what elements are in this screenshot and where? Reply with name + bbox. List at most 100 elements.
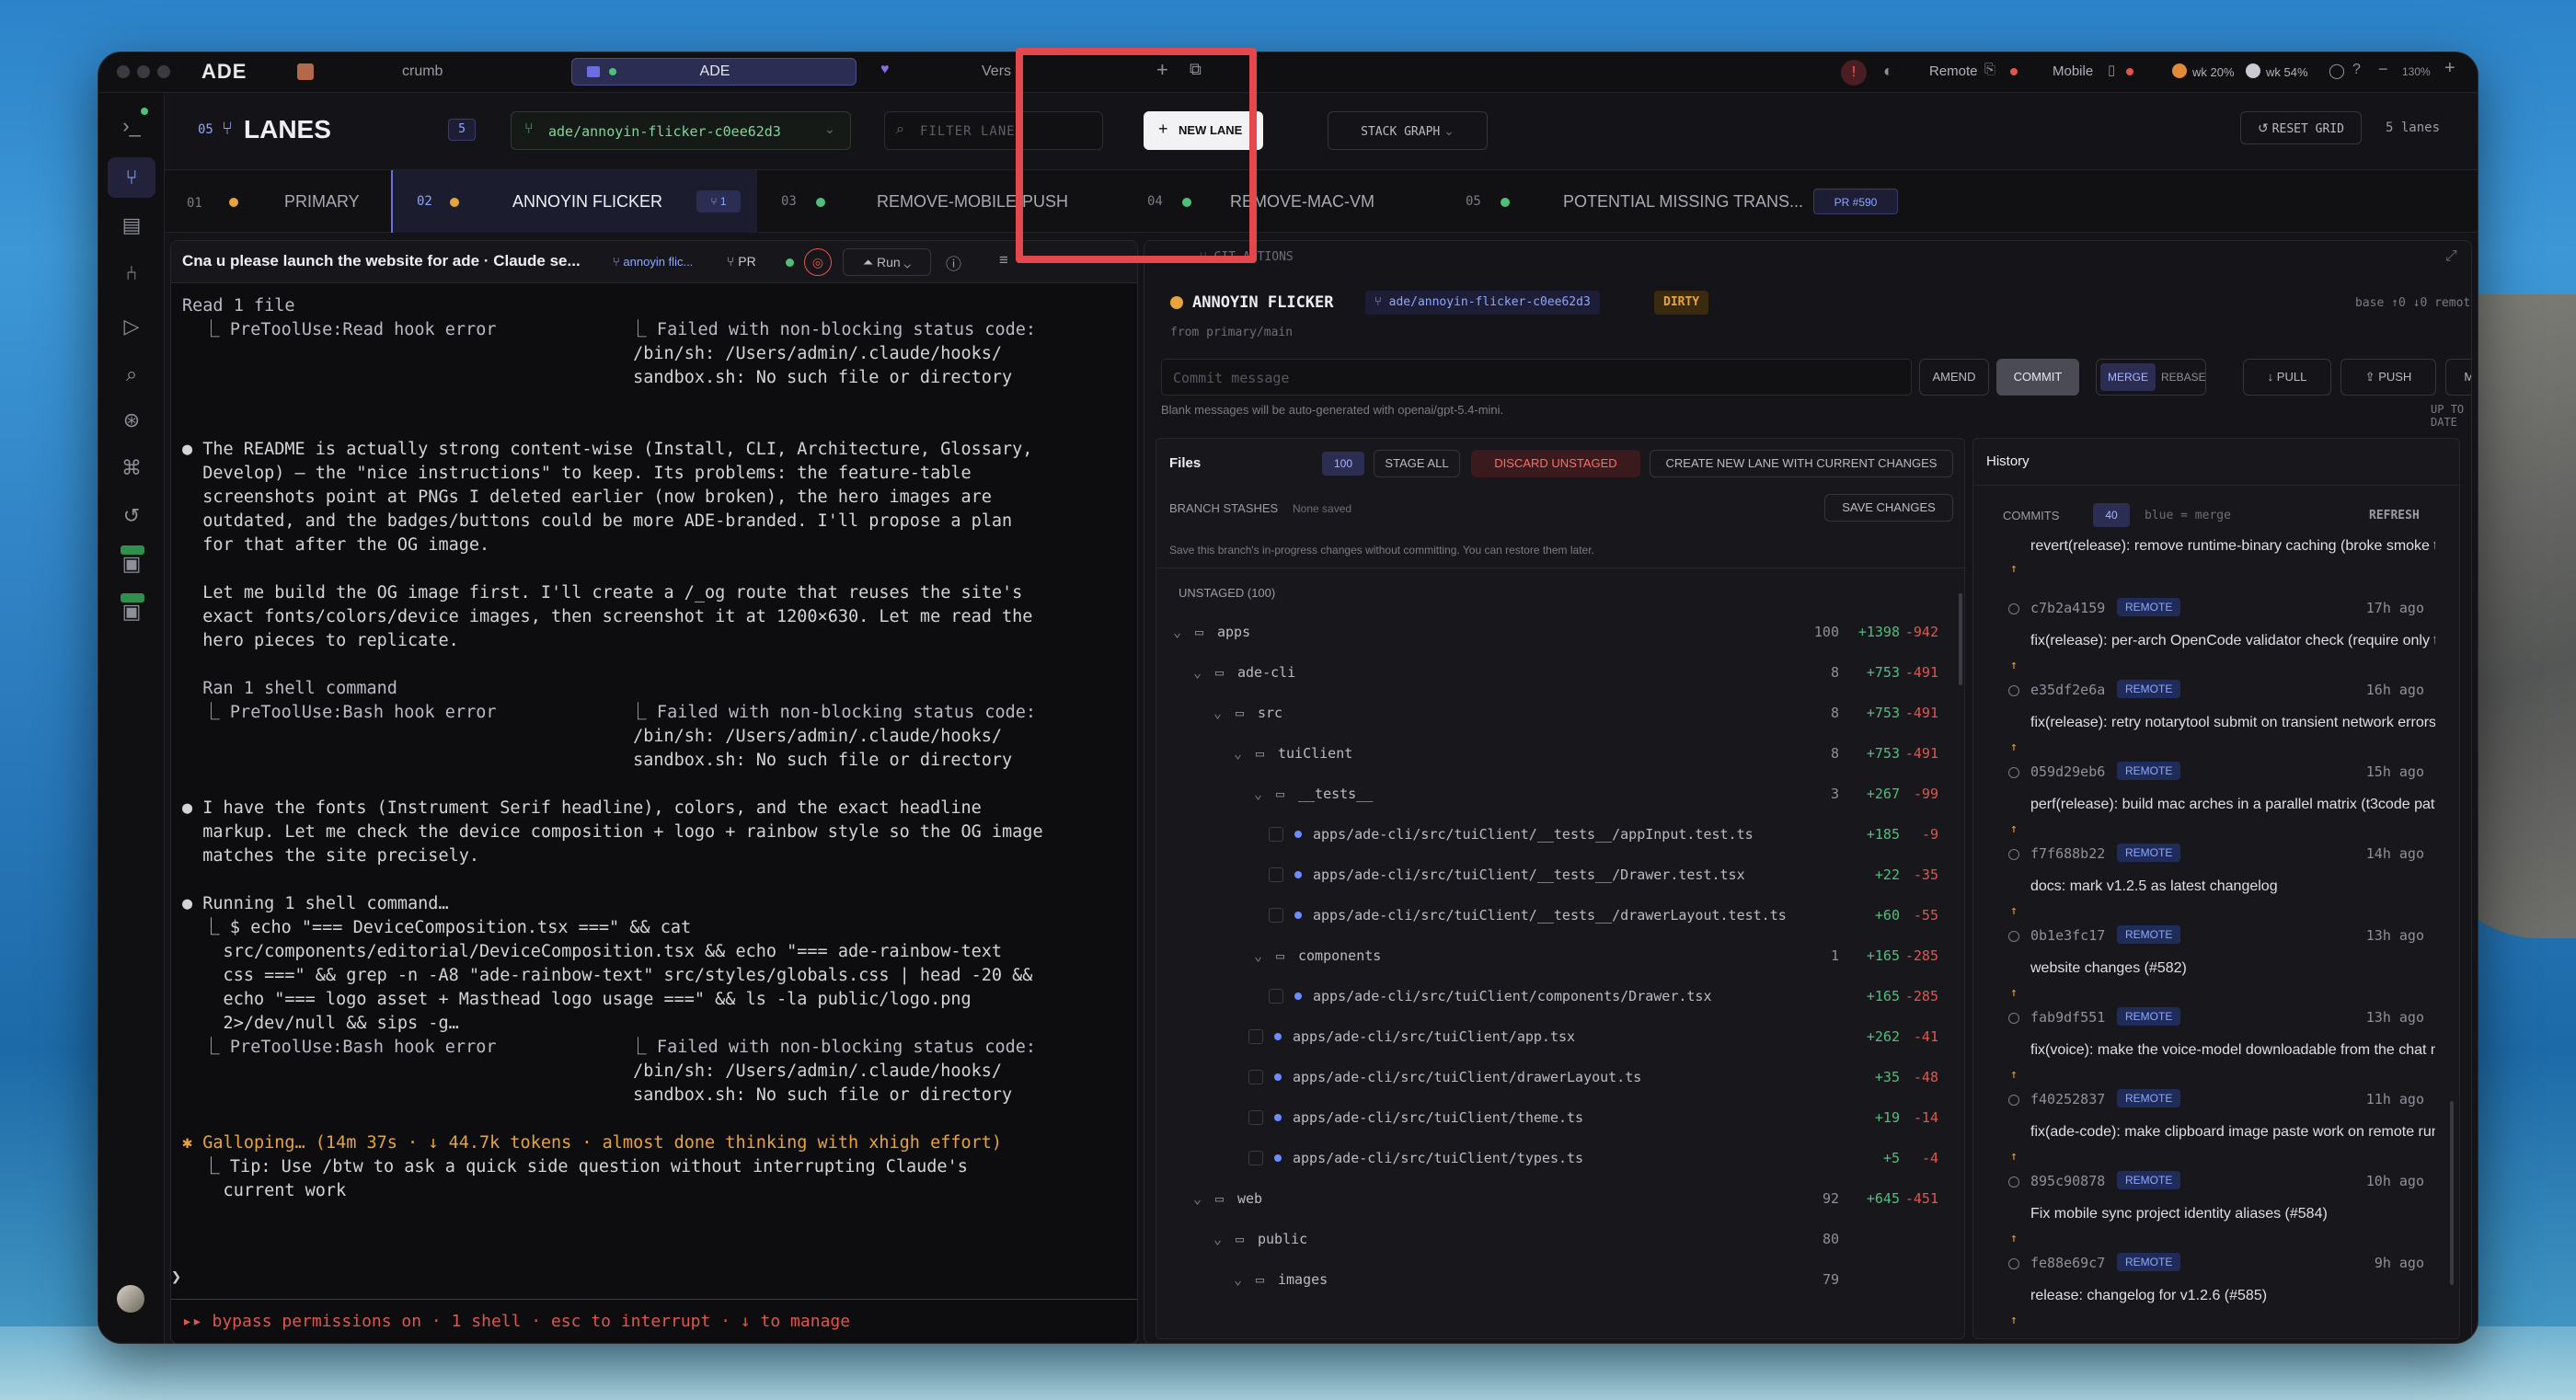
folder-row[interactable]: ⌄ ▭ images 79 (1156, 1259, 1948, 1300)
folder-row[interactable]: ⌄ ▭ web 92 +645 -451 (1156, 1178, 1948, 1219)
folder-row[interactable]: ⌄ ▭ tuiClient 8 +753 -491 (1156, 733, 1948, 774)
chevron-down-icon[interactable]: ⌄ (1234, 1259, 1242, 1300)
commit-row[interactable]: f40252837 REMOTE 11h ago fix(ade-code): mak… (1973, 1082, 2452, 1164)
lanes-icon[interactable]: ⑂ (117, 163, 146, 192)
mobile-label[interactable]: Mobile (2053, 63, 2093, 79)
file-row[interactable]: apps/ade-cli/src/tuiClient/__tests__/Dra… (1156, 855, 1948, 895)
commit-row[interactable]: fe88e69c7 REMOTE 9h ago release: changelog … (1973, 1245, 2452, 1327)
create-lane-button[interactable]: CREATE NEW LANE WITH CURRENT CHANGES (1650, 450, 1953, 477)
chevron-down-icon[interactable]: ⌄ (1234, 733, 1242, 774)
commit-row[interactable]: f7f688b22 REMOTE 14h ago docs: mark v1.2.5 … (1973, 836, 2452, 918)
rebase-option[interactable]: REBASE (2161, 363, 2206, 391)
stage-checkbox[interactable] (1248, 1070, 1263, 1084)
reset-grid-button[interactable]: ↺ RESET GRID (2240, 111, 2362, 144)
chevron-down-icon[interactable]: ⌄ (1213, 1219, 1222, 1259)
files-icon[interactable]: ▤ (117, 211, 146, 240)
chat-branch[interactable]: ⑂ annoyin flic... (613, 255, 693, 269)
avatar[interactable] (117, 1285, 144, 1313)
commit-message-input[interactable]: Commit message (1161, 359, 1912, 396)
stack-graph-button[interactable]: STACK GRAPH ⌄ (1328, 111, 1488, 150)
file-row[interactable]: apps/ade-cli/src/tuiClient/app.tsx +262 -4… (1156, 1016, 1948, 1057)
stage-checkbox[interactable] (1248, 1110, 1263, 1125)
network-icon[interactable]: ⊛ (117, 406, 146, 435)
folder-row[interactable]: ⌄ ▭ apps 100 +1398 -942 (1156, 612, 1948, 652)
merge-option[interactable]: MERGE (2100, 363, 2156, 391)
alert-icon[interactable]: ! (1841, 60, 1867, 86)
window-minimize-button[interactable] (137, 65, 150, 78)
zoom-in-icon[interactable]: + (2444, 58, 2455, 79)
terminal-line: Ran 1 shell command (182, 679, 397, 698)
window-zoom-button[interactable] (157, 65, 170, 78)
graph-icon[interactable]: ⌘ (117, 453, 146, 483)
stop-button[interactable]: ◎ (804, 248, 832, 276)
file-row[interactable]: apps/ade-cli/src/tuiClient/components/Dr… (1156, 976, 1948, 1016)
folder-row[interactable]: ⌄ ▭ src 8 +753 -491 (1156, 693, 1948, 733)
run-button[interactable]: ⏶ Run ⌄ (843, 248, 931, 276)
git-icon[interactable]: ⑃ (117, 258, 146, 288)
file-row[interactable]: apps/ade-cli/src/tuiClient/types.ts +5 -4 (1156, 1138, 1948, 1178)
commit-row[interactable]: fab9df551 REMOTE 13h ago fix(voice): make t… (1973, 1000, 2452, 1082)
pr-button[interactable]: ⑂ PR (727, 254, 756, 269)
history-scrollbar[interactable] (2450, 1101, 2454, 1285)
folder-row[interactable]: ⌄ ▭ ade-cli 8 +753 -491 (1156, 652, 1948, 693)
history-icon[interactable]: ↺ (117, 501, 146, 531)
chevron-down-icon[interactable]: ⌄ (1254, 774, 1262, 814)
discard-unstaged-button[interactable]: DISCARD UNSTAGED (1471, 450, 1640, 477)
info-icon[interactable]: ⓘ (946, 251, 961, 274)
amend-button[interactable]: AMEND (1919, 359, 1989, 396)
commit-row[interactable]: c7b2a4159 REMOTE 17h ago fix(release): per-… (1973, 591, 2452, 672)
chevron-down-icon[interactable]: ⌄ (1193, 652, 1202, 693)
folder-row[interactable]: ⌄ ▭ components 1 +165 -285 (1156, 935, 1948, 976)
tab-lane-primary[interactable]: 01 PRIMARY (187, 170, 408, 233)
commit-row[interactable]: e35df2e6a REMOTE 16h ago fix(release): retr… (1973, 672, 2452, 754)
folder-row[interactable]: ⌄ ▭ public 80 (1156, 1219, 1948, 1259)
file-row[interactable]: apps/ade-cli/src/tuiClient/drawerLayout.… (1156, 1057, 1948, 1097)
stage-checkbox[interactable] (1269, 867, 1283, 882)
chevron-down-icon[interactable]: ⌄ (1213, 693, 1222, 733)
push-button[interactable]: ⇪ PUSH (2340, 359, 2436, 396)
search-icon[interactable]: ⌕ (117, 360, 146, 389)
file-row[interactable]: apps/ade-cli/src/tuiClient/theme.ts +19 -1… (1156, 1097, 1948, 1138)
stage-checkbox[interactable] (1269, 827, 1283, 842)
file-row[interactable]: apps/ade-cli/src/tuiClient/__tests__/app… (1156, 814, 1948, 855)
window-close-button[interactable] (117, 65, 130, 78)
terminal-icon[interactable]: ›_ (117, 111, 146, 141)
globe-icon[interactable]: ◐ (1883, 62, 1893, 81)
commit-row[interactable]: 895c90878 REMOTE 10h ago Fix mobile sync pr… (1973, 1164, 2452, 1245)
stage-checkbox[interactable] (1269, 908, 1283, 923)
tab-ade[interactable]: ADE (571, 58, 857, 86)
prompt-caret[interactable]: ❯ (171, 1266, 181, 1290)
commit-row[interactable]: 059d29eb6 REMOTE 15h ago perf(release): bui… (1973, 754, 2452, 836)
stage-checkbox[interactable] (1248, 1029, 1263, 1044)
save-changes-button[interactable]: SAVE CHANGES (1824, 494, 1953, 522)
run-icon[interactable]: ▷ (117, 312, 146, 341)
expand-icon[interactable]: ⤢ (2445, 248, 2457, 265)
menu-icon[interactable]: ≡ (999, 251, 1008, 270)
pr-badge[interactable]: PR #590 (1813, 189, 1898, 214)
settings-icon[interactable]: ⚙ (117, 1340, 146, 1343)
chevron-down-icon[interactable]: ⌄ (1193, 1178, 1202, 1219)
stage-checkbox[interactable] (1248, 1151, 1263, 1165)
file-row[interactable]: apps/ade-cli/src/tuiClient/__tests__/dra… (1156, 895, 1948, 935)
branch-selector[interactable]: ⑂ ade/annoyin-flicker-c0ee62d3 ⌄ (511, 111, 851, 150)
help-icon[interactable]: ? (2352, 62, 2361, 78)
chevron-down-icon[interactable]: ⌄ (1254, 935, 1262, 976)
files-scrollbar[interactable] (1959, 593, 1962, 685)
tab-lane-annoyin-flicker[interactable]: 02 ANNOYIN FLICKER ⑂ 1 (391, 170, 757, 233)
chat-icon[interactable]: ◯ (2329, 62, 2345, 80)
commit-row[interactable]: 0b1e3fc17 REMOTE 13h ago website changes (#… (1973, 918, 2452, 1000)
pull-button[interactable]: ↓ PULL (2243, 359, 2331, 396)
commit-button[interactable]: COMMIT (1996, 359, 2079, 396)
stage-checkbox[interactable] (1269, 989, 1283, 1004)
refresh-button[interactable]: REFRESH (2369, 509, 2420, 522)
folder-row[interactable]: ⌄ ▭ __tests__ 3 +267 -99 (1156, 774, 1948, 814)
tab-crumb[interactable]: crumb (402, 63, 443, 80)
tab-vers[interactable]: Vers (982, 63, 1011, 80)
stage-all-button[interactable]: STAGE ALL (1374, 450, 1460, 477)
zoom-out-icon[interactable]: − (2378, 60, 2388, 79)
chevron-down-icon[interactable]: ⌄ (1173, 612, 1181, 652)
tab-lane-potential-missing-trans[interactable]: 05 POTENTIAL MISSING TRANS... PR #590 (1466, 170, 1926, 233)
remote-label[interactable]: Remote (1929, 63, 1978, 79)
more-button[interactable]: MORE ▾ (2445, 359, 2471, 396)
